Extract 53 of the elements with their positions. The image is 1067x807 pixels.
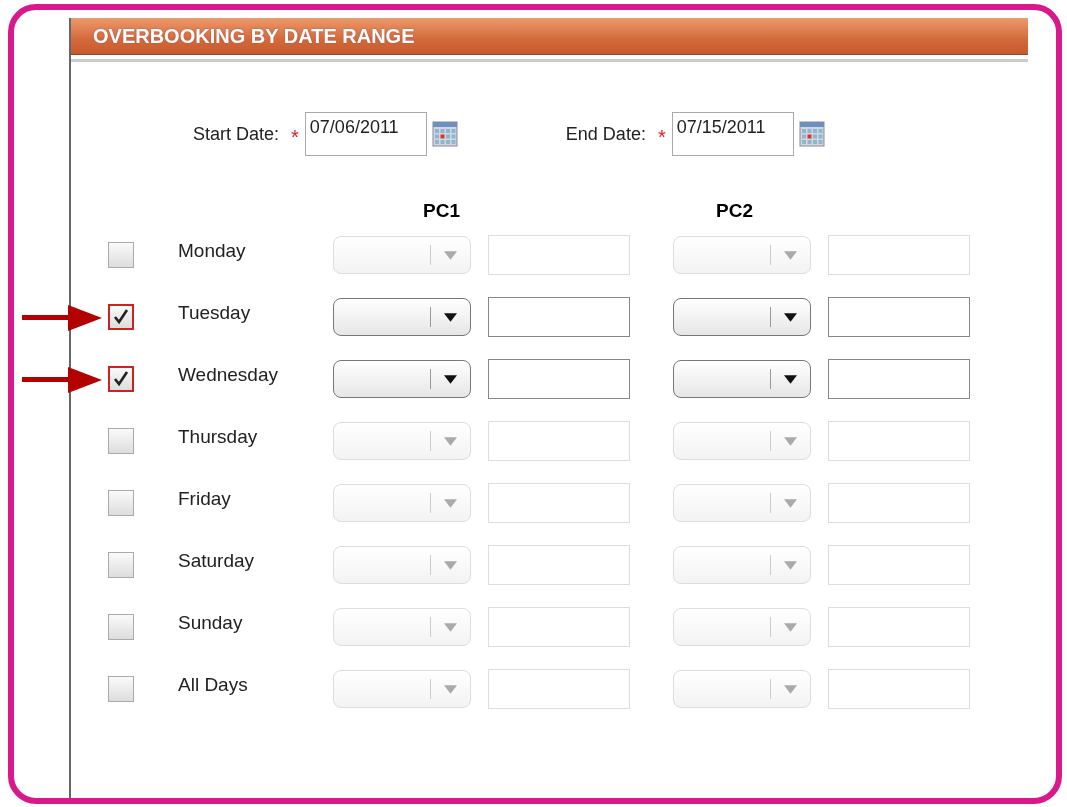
checkbox[interactable] [108,552,134,578]
column-header: PC1 [423,200,460,221]
input-field[interactable] [828,297,970,337]
checkbox[interactable] [108,490,134,516]
calendar-icon[interactable] [431,121,458,147]
day-label: Saturday [178,550,255,571]
checkbox[interactable] [108,242,134,268]
caret-icon [444,561,457,570]
input-field[interactable] [488,359,630,399]
day-label: Tuesday [178,302,251,323]
day-label: Thursday [178,426,258,447]
dropdown[interactable] [673,360,811,398]
dropdown[interactable] [333,298,471,336]
checkbox[interactable] [108,676,134,702]
day-label: Wednesday [178,364,278,385]
caret-icon [784,499,797,508]
caret-icon [444,499,457,508]
checkbox[interactable] [108,366,134,392]
input-field[interactable] [488,297,630,337]
dropdown[interactable] [673,298,811,336]
caret-icon [444,251,457,260]
checkmark-icon [111,307,131,327]
required-mark: * [291,125,299,149]
date-field[interactable]: 07/15/2011 [671,112,794,156]
caret-icon [444,623,457,632]
caret-icon [444,685,457,694]
caret-icon [444,437,457,446]
caret-icon [784,437,797,446]
caret-icon [784,375,797,384]
required-mark: * [657,125,666,149]
checkbox[interactable] [108,304,134,330]
caret-icon [444,313,457,322]
date-label: End Date: [565,123,646,145]
date-label: Start Date: [193,123,280,145]
panel-title: OVERBOOKING BY DATE RANGE [93,24,415,48]
checkbox[interactable] [108,614,134,640]
day-label: Monday [178,240,246,261]
caret-icon [784,685,797,694]
day-label: Sunday [178,612,243,633]
caret-icon [784,313,797,322]
calendar-icon[interactable] [798,121,825,147]
column-header: PC2 [716,200,753,221]
day-label: Friday [178,488,231,509]
caret-icon [784,251,797,260]
caret-icon [784,623,797,632]
caret-icon [784,561,797,570]
day-label: All Days [178,674,248,695]
date-field[interactable]: 07/06/2011 [304,112,427,156]
input-field[interactable] [828,359,970,399]
dropdown[interactable] [333,360,471,398]
checkmark-icon [111,369,131,389]
checkbox[interactable] [108,428,134,454]
caret-icon [444,375,457,384]
